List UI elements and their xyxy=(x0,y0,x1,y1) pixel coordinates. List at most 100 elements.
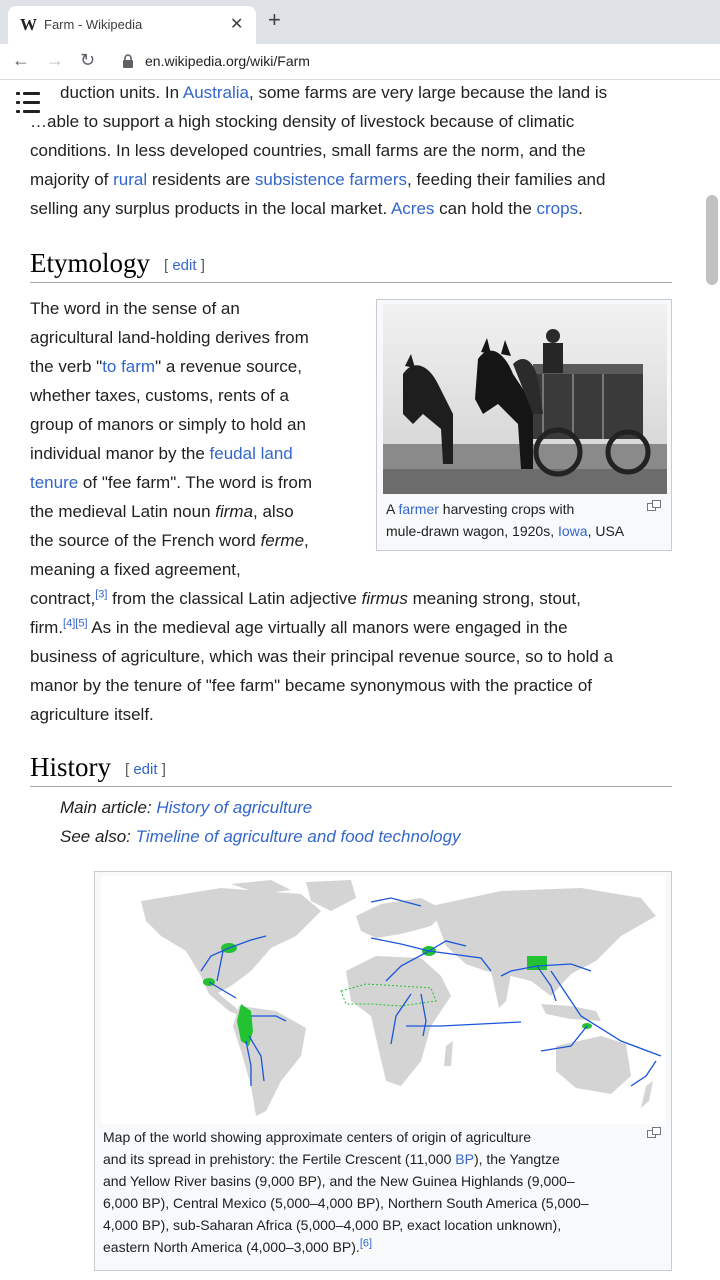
map-caption-line-3: and Yellow River basins (9,000 BP), and … xyxy=(103,1173,575,1189)
see-also-hatnote: See also: Timeline of agriculture and fo… xyxy=(60,827,461,847)
map-caption-line-4: 6,000 BP), Central Mexico (5,000–4,000 B… xyxy=(103,1195,589,1211)
bracket: ] xyxy=(196,257,205,275)
link-acres[interactable]: Acres xyxy=(391,199,434,218)
etymology-line-5: group of manors or simply to hold an xyxy=(30,415,306,434)
text: , some farms are very large because the … xyxy=(249,83,608,102)
text: , USA xyxy=(587,523,625,539)
wikipedia-favicon-icon: W xyxy=(20,15,37,34)
link-bp[interactable]: BP xyxy=(455,1151,474,1167)
text: majority of xyxy=(30,170,114,189)
farmer-wagon-photo[interactable] xyxy=(383,304,667,494)
text: , xyxy=(304,531,309,550)
link-timeline-of-agriculture[interactable]: Timeline of agriculture and food technol… xyxy=(136,827,461,846)
etymology-line-11: contract,[3] from the classical Latin ad… xyxy=(30,584,581,613)
etymology-line-4: whether taxes, customs, rents of a xyxy=(30,386,289,405)
text: As in the medieval age virtually all man… xyxy=(87,618,568,637)
italic-term: firmus xyxy=(361,589,408,608)
citation-4-5[interactable]: [4][5] xyxy=(63,617,87,629)
link-feudal-land-tenure[interactable]: feudal land xyxy=(210,444,293,463)
etymology-line-12: firm.[4][5] As in the medieval age virtu… xyxy=(30,613,568,642)
etymology-line-6: individual manor by the feudal land xyxy=(30,439,293,468)
italic-term: ferme xyxy=(260,531,305,550)
etymology-line-3: the verb "to farm" a revenue source, xyxy=(30,352,302,381)
text: meaning strong, stout, xyxy=(407,589,581,608)
intro-line-4: majority of rural residents are subsiste… xyxy=(30,165,605,194)
etymology-heading: Etymology [ edit ] xyxy=(30,248,205,279)
scrollbar-thumb[interactable] xyxy=(706,195,718,285)
heading-divider xyxy=(30,282,672,283)
close-tab-icon[interactable]: ✕ xyxy=(230,14,243,34)
link-australia[interactable]: Australia xyxy=(183,83,249,102)
etymology-line-14: manor by the tenure of "fee farm" became… xyxy=(30,676,593,695)
browser-toolbar: ← → ↻ en.wikipedia.org/wiki/Farm xyxy=(0,44,720,80)
intro-line-2: …able to support a high stocking density… xyxy=(30,112,575,131)
text: , also xyxy=(253,502,294,521)
main-article-hatnote: Main article: History of agriculture xyxy=(60,798,312,818)
browser-tab[interactable]: W Farm - Wikipedia ✕ xyxy=(8,6,256,44)
text: the medieval Latin noun xyxy=(30,502,216,521)
text: See also: xyxy=(60,827,136,846)
text: ), the Yangtze xyxy=(473,1151,560,1167)
edit-link[interactable]: edit xyxy=(133,761,157,778)
text: firm. xyxy=(30,618,64,637)
world-map-image[interactable] xyxy=(101,876,665,1124)
history-heading: History [ edit ] xyxy=(30,752,166,783)
link-history-of-agriculture[interactable]: History of agriculture xyxy=(156,798,312,817)
tab-strip: W Farm - Wikipedia ✕ + xyxy=(0,0,720,44)
text: . xyxy=(578,199,583,218)
text: residents are xyxy=(147,170,255,189)
text: , feeding their families and xyxy=(407,170,606,189)
text: and its spread in prehistory: the Fertil… xyxy=(103,1151,456,1167)
text: " a revenue source, xyxy=(155,357,302,376)
lock-icon[interactable] xyxy=(122,54,134,68)
edit-section-history: [ edit ] xyxy=(125,761,166,778)
italic-term: firma xyxy=(215,502,254,521)
reload-icon[interactable]: ↻ xyxy=(80,50,95,71)
edit-section-etymology: [ edit ] xyxy=(164,257,205,274)
new-tab-button[interactable]: + xyxy=(268,9,281,31)
intro-line-5: selling any surplus products in the loca… xyxy=(30,194,583,223)
etymology-line-8: the medieval Latin noun firma, also xyxy=(30,497,294,526)
map-caption-line-1: Map of the world showing approximate cen… xyxy=(103,1129,531,1145)
link-feudal-land-tenure-cont[interactable]: tenure xyxy=(30,473,78,492)
citation-3[interactable]: [3] xyxy=(95,588,107,600)
text: A xyxy=(386,501,399,517)
farmer-caption-line-2: mule-drawn wagon, 1920s, Iowa, USA xyxy=(386,520,624,542)
article-content: duction units. In Australia, some farms … xyxy=(0,80,720,1280)
text: harvesting crops with xyxy=(438,501,575,517)
text: mule-drawn wagon, 1920s, xyxy=(386,523,558,539)
etymology-line-2: agricultural land-holding derives from xyxy=(30,328,309,347)
etymology-line-13: business of agriculture, which was their… xyxy=(30,647,614,666)
text: Main article: xyxy=(60,798,157,817)
address-bar[interactable]: en.wikipedia.org/wiki/Farm xyxy=(145,53,310,69)
etymology-line-15: agriculture itself. xyxy=(30,705,154,724)
enlarge-icon[interactable] xyxy=(647,500,661,511)
text: the verb " xyxy=(30,357,103,376)
bracket: ] xyxy=(157,761,166,779)
link-crops[interactable]: crops xyxy=(537,199,579,218)
text: duction units. In xyxy=(60,83,183,102)
etymology-line-7: tenure of "fee farm". The word is from xyxy=(30,468,312,497)
link-iowa[interactable]: Iowa xyxy=(558,523,588,539)
link-farmer[interactable]: farmer xyxy=(398,501,438,517)
text: eastern North America (4,000–3,000 BP). xyxy=(103,1239,360,1255)
link-rural[interactable]: rural xyxy=(113,170,147,189)
back-arrow-icon[interactable]: ← xyxy=(12,50,30,71)
edit-link[interactable]: edit xyxy=(172,257,196,274)
heading-text: Etymology xyxy=(30,248,150,278)
forward-arrow-icon[interactable]: → xyxy=(46,50,64,71)
farmer-figure: A farmer harvesting crops with mule-draw… xyxy=(376,299,672,551)
citation-6[interactable]: [6] xyxy=(360,1237,372,1249)
text: selling any surplus products in the loca… xyxy=(30,199,391,218)
enlarge-icon[interactable] xyxy=(647,1127,661,1138)
link-to-farm[interactable]: to farm xyxy=(102,357,155,376)
link-subsistence-farmers[interactable]: subsistence farmers xyxy=(255,170,407,189)
text: of "fee farm". The word is from xyxy=(78,473,312,492)
heading-divider xyxy=(30,786,672,787)
etymology-line-9: the source of the French word ferme, xyxy=(30,526,309,555)
hamburger-menu-icon[interactable] xyxy=(16,92,40,114)
intro-line-1: duction units. In Australia, some farms … xyxy=(60,80,607,107)
text: from the classical Latin adjective xyxy=(107,589,362,608)
map-caption-line-2: and its spread in prehistory: the Fertil… xyxy=(103,1148,560,1170)
map-caption-line-6: eastern North America (4,000–3,000 BP).[… xyxy=(103,1236,372,1258)
